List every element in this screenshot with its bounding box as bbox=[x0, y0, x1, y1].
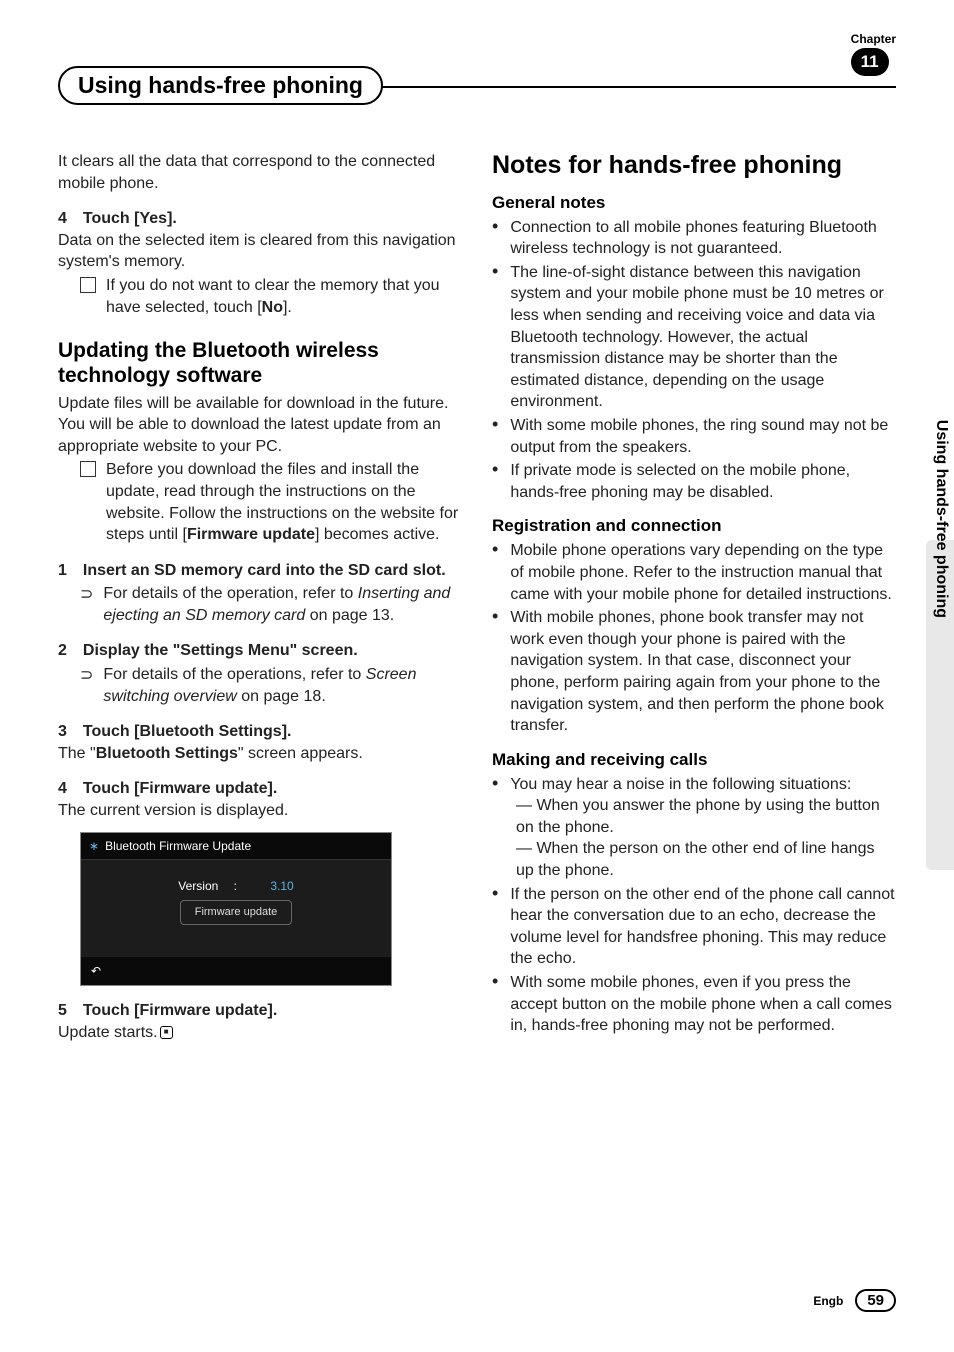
updating-body: Update files will be available for downl… bbox=[58, 393, 462, 458]
bullet-icon: • bbox=[492, 774, 498, 796]
general-note: •Connection to all mobile phones featuri… bbox=[492, 217, 896, 260]
step-5-head: 5 Touch [Firmware update]. bbox=[58, 1000, 462, 1022]
general-notes-heading: General notes bbox=[492, 192, 896, 215]
note-icon bbox=[80, 461, 96, 477]
calls-note: •With some mobile phones, even if you pr… bbox=[492, 972, 896, 1037]
registration-note: •Mobile phone operations vary depending … bbox=[492, 540, 896, 605]
side-tab-text: Using hands-free phoning bbox=[932, 420, 950, 618]
step-2-head: 2 Display the "Settings Menu" screen. bbox=[58, 640, 462, 662]
registration-heading: Registration and connection bbox=[492, 515, 896, 538]
firmware-header: ∗ Bluetooth Firmware Update bbox=[81, 833, 391, 860]
registration-note: •With mobile phones, phone book transfer… bbox=[492, 607, 896, 737]
bullet-icon: • bbox=[492, 540, 498, 605]
notes-heading: Notes for hands-free phoning bbox=[492, 151, 896, 180]
bullet-icon: • bbox=[492, 460, 498, 503]
bullet-icon: • bbox=[492, 972, 498, 1037]
step-2-ref: ⊃ For details of the operations, refer t… bbox=[58, 664, 462, 707]
general-note: •With some mobile phones, the ring sound… bbox=[492, 415, 896, 458]
step-4b-head: 4 Touch [Firmware update]. bbox=[58, 778, 462, 800]
firmware-update-button[interactable]: Firmware update bbox=[180, 900, 293, 925]
title-bar: Using hands-free phoning bbox=[58, 66, 896, 105]
step-3-head: 3 Touch [Bluetooth Settings]. bbox=[58, 721, 462, 743]
chapter-block: Chapter 11 bbox=[851, 32, 896, 76]
firmware-title: Bluetooth Firmware Update bbox=[105, 838, 251, 854]
intro-text: It clears all the data that correspond t… bbox=[58, 151, 462, 194]
left-column: It clears all the data that correspond t… bbox=[58, 151, 462, 1043]
calls-heading: Making and receiving calls bbox=[492, 749, 896, 772]
ref-icon: ⊃ bbox=[80, 665, 93, 707]
firmware-screenshot: ∗ Bluetooth Firmware Update Version : 3.… bbox=[80, 832, 392, 986]
bullet-icon: • bbox=[492, 607, 498, 737]
step-5-body: Update starts.■ bbox=[58, 1022, 462, 1044]
firmware-version: Version : 3.10 bbox=[81, 878, 391, 894]
ref-icon: ⊃ bbox=[80, 584, 93, 626]
step-1-head: 1 Insert an SD memory card into the SD c… bbox=[58, 560, 462, 582]
bullet-icon: • bbox=[492, 262, 498, 413]
step-4b-body: The current version is displayed. bbox=[58, 800, 462, 822]
calls-subnote: — When the person on the other end of li… bbox=[516, 838, 896, 881]
step-1-ref: ⊃ For details of the operation, refer to… bbox=[58, 583, 462, 626]
chapter-number: 11 bbox=[851, 48, 889, 76]
page-title: Using hands-free phoning bbox=[58, 66, 383, 105]
bluetooth-icon: ∗ bbox=[89, 838, 99, 854]
step-4-note: If you do not want to clear the memory t… bbox=[58, 275, 462, 318]
firmware-back-button[interactable]: ↶ bbox=[81, 957, 391, 985]
right-column: Notes for hands-free phoning General not… bbox=[492, 151, 896, 1043]
chapter-label: Chapter bbox=[851, 32, 896, 46]
bullet-icon: • bbox=[492, 415, 498, 458]
updating-heading: Updating the Bluetooth wireless technolo… bbox=[58, 338, 462, 388]
bullet-icon: • bbox=[492, 884, 498, 970]
step-4-head: 4 Touch [Yes]. bbox=[58, 208, 462, 230]
general-note: •The line-of-sight distance between this… bbox=[492, 262, 896, 413]
end-mark-icon: ■ bbox=[160, 1026, 173, 1039]
general-note: •If private mode is selected on the mobi… bbox=[492, 460, 896, 503]
title-rule bbox=[377, 86, 896, 88]
step-3-body: The "Bluetooth Settings" screen appears. bbox=[58, 743, 462, 765]
calls-note: •If the person on the other end of the p… bbox=[492, 884, 896, 970]
page-number: 59 bbox=[855, 1289, 896, 1312]
footer: Engb 59 bbox=[813, 1289, 896, 1312]
updating-note: Before you download the files and instal… bbox=[58, 459, 462, 545]
note-icon bbox=[80, 277, 96, 293]
calls-subnote: — When you answer the phone by using the… bbox=[516, 795, 896, 838]
step-4-body: Data on the selected item is cleared fro… bbox=[58, 230, 462, 273]
language-label: Engb bbox=[813, 1294, 843, 1308]
calls-note: •You may hear a noise in the following s… bbox=[492, 774, 896, 796]
bullet-icon: • bbox=[492, 217, 498, 260]
